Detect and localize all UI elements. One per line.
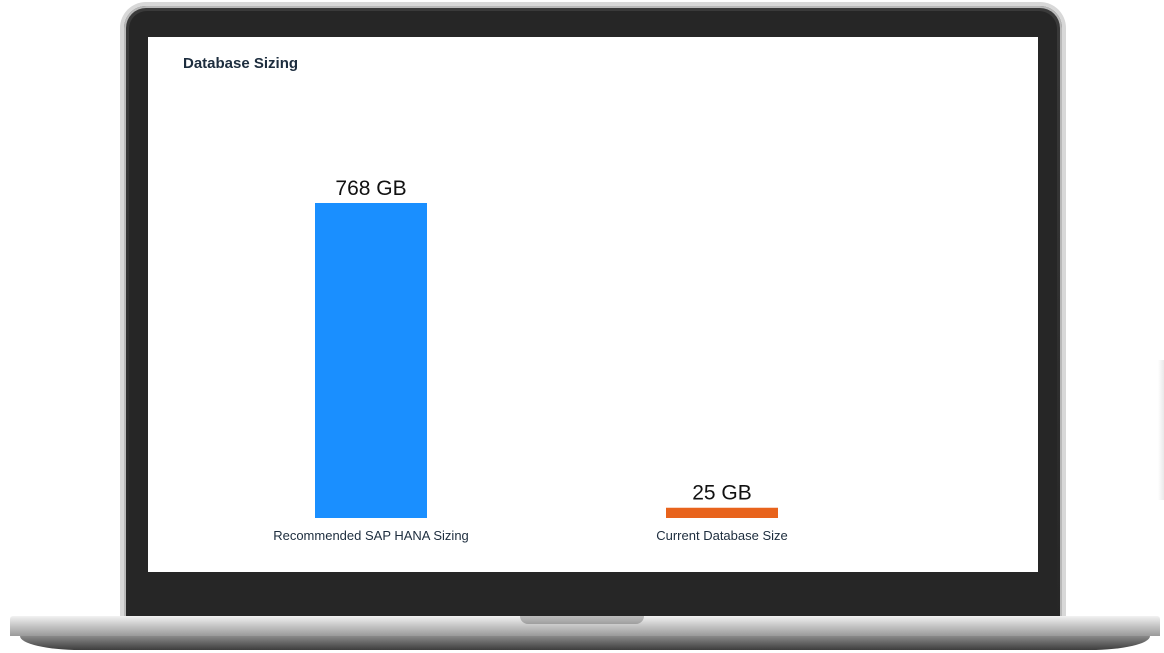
bar-chart: 768 GB Recommended SAP HANA Sizing 25 GB Cu… xyxy=(273,177,788,543)
laptop-base-bottom xyxy=(20,636,1150,650)
data-label-1: 768 GB xyxy=(335,177,406,200)
laptop-notch xyxy=(520,616,644,624)
screen: Database Sizing 768 GB Recommended SAP HA… xyxy=(148,37,1038,572)
category-label-2: Current Database Size xyxy=(656,528,788,543)
data-label-2: 25 GB xyxy=(692,482,752,505)
bar-2 xyxy=(666,507,778,518)
bar-1 xyxy=(315,203,427,518)
category-label-1: Recommended SAP HANA Sizing xyxy=(273,528,469,543)
edge-shade xyxy=(1158,360,1164,500)
